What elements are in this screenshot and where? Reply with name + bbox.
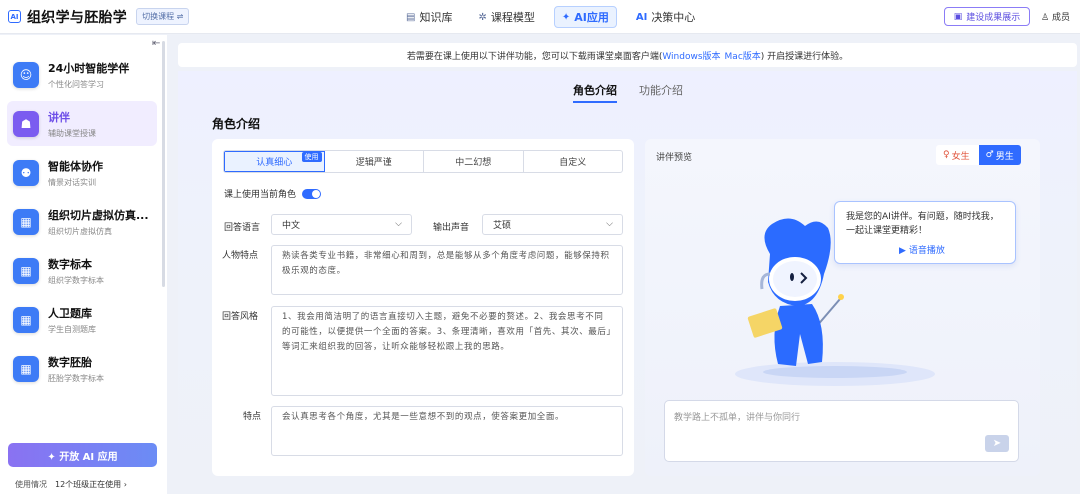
- showcase-button[interactable]: ▣ 建设成果展示: [944, 7, 1030, 26]
- embryo-icon: ▦: [13, 355, 39, 382]
- preview-label: 讲伴预览: [656, 153, 693, 163]
- question-bank-icon: ▦: [13, 306, 39, 333]
- switch-course-button[interactable]: 切换课程 ⇌: [136, 8, 190, 25]
- role-tab-custom[interactable]: 自定义: [524, 151, 623, 172]
- showcase-icon: ▣: [953, 11, 963, 22]
- agent-icon: ⚉: [13, 159, 39, 186]
- model-icon: ✲: [478, 11, 487, 23]
- send-button[interactable]: ➤: [985, 435, 1009, 452]
- section-title: 角色介绍: [212, 117, 261, 131]
- logo[interactable]: AI 组织学与胚胎学 切换课程 ⇌: [8, 7, 190, 27]
- main-nav: ▤ 知识库 ✲ 课程模型 ✦ AI应用 AI 决策中心: [399, 6, 714, 28]
- sidebar-item-study-buddy[interactable]: ☺ 24小时智能学伴 个性化问答学习: [7, 52, 157, 97]
- collapse-sidebar-icon[interactable]: ⇤: [152, 38, 160, 49]
- play-voice-button[interactable]: ▶ 语音播放: [899, 243, 945, 256]
- nav-knowledge-base[interactable]: ▤ 知识库: [399, 6, 459, 28]
- sidebar-item-question-bank[interactable]: ▦ 人卫题库 学生自测题库: [7, 297, 157, 342]
- role-selector: 认真细心 使用 逻辑严谨 中二幻想 自定义: [223, 150, 623, 173]
- language-select[interactable]: 中文 ⌵: [271, 214, 412, 235]
- content-tabs: 角色介绍 功能介绍: [573, 82, 705, 103]
- members-button[interactable]: ♙ 成员: [1041, 10, 1070, 23]
- trait-textarea[interactable]: 熟读各类专业书籍，非常细心和周到，总是能够从多个角度考虑问题，能够保持积极乐观的…: [271, 245, 623, 295]
- users-icon: ♙: [1041, 13, 1052, 23]
- gender-selector: ♀ 女生 ♂ 男生: [936, 145, 1021, 165]
- sidebar-scrollbar[interactable]: [162, 41, 165, 287]
- chevron-down-icon: ⌵: [606, 219, 613, 229]
- nav-course-model[interactable]: ✲ 课程模型: [471, 6, 541, 28]
- nav-ai-apps[interactable]: ✦ AI应用: [553, 6, 617, 28]
- female-icon: ♀: [943, 150, 950, 160]
- open-ai-app-button[interactable]: ✦ 开放 AI 应用: [8, 443, 157, 467]
- book-icon: ▤: [406, 11, 416, 23]
- voice-label: 输出声音: [433, 223, 470, 233]
- send-icon: ➤: [992, 438, 1002, 449]
- role-tab-fantasy[interactable]: 中二幻想: [424, 151, 524, 172]
- course-title: 组织学与胚胎学: [27, 9, 128, 26]
- male-option[interactable]: ♂ 男生: [978, 145, 1021, 165]
- windows-download-link[interactable]: Windows版本: [662, 49, 720, 62]
- chevron-down-icon: ⌵: [395, 219, 402, 229]
- role-tab-logical[interactable]: 逻辑严谨: [325, 151, 424, 172]
- sidebar-item-virtual-slides[interactable]: ▦ 组织切片虚拟仿真... 组织切片虚拟仿真: [7, 199, 157, 244]
- ai-icon: AI: [635, 11, 648, 23]
- sidebar-item-lecture-companion[interactable]: ☗ 讲伴 辅助课堂授课: [7, 101, 157, 146]
- sidebar: ⇤ ☺ 24小时智能学伴 个性化问答学习 ☗ 讲伴 辅助课堂授课 ⚉ 智能体协作 情景…: [0, 35, 167, 494]
- specimen-icon: ▦: [13, 257, 39, 284]
- role-tab-careful[interactable]: 认真细心 使用: [224, 151, 325, 172]
- slide-icon: ▦: [13, 208, 39, 235]
- sidebar-item-digital-specimens[interactable]: ▦ 数字标本 组织学数字标本: [7, 248, 157, 293]
- tab-feature-intro[interactable]: 功能介绍: [639, 82, 683, 103]
- usage-status[interactable]: 使用情况 12个班级正在使用 ›: [15, 479, 127, 490]
- style-textarea[interactable]: 1、我会用简洁明了的语言直接切入主题，避免不必要的赘述。2、我会思考不同的可能性…: [271, 306, 623, 396]
- robot-icon: ☺: [13, 61, 39, 88]
- sidebar-item-digital-embryo[interactable]: ▦ 数字胚胎 胚胎学数字标本: [7, 346, 157, 391]
- sidebar-item-agent-collab[interactable]: ⚉ 智能体协作 情景对话实训: [7, 150, 157, 195]
- in-use-badge: 使用: [301, 152, 322, 162]
- download-notice: 若需要在课上使用以下讲伴功能，您可以下载雨课堂桌面客户端( Windows版本 …: [178, 43, 1077, 67]
- feature-textarea[interactable]: 会认真思考各个角度，尤其是一些意想不到的观点，使答案更加全面。: [271, 406, 623, 456]
- female-option[interactable]: ♀ 女生: [936, 145, 979, 165]
- style-label: 回答风格: [222, 312, 259, 322]
- tab-role-intro[interactable]: 角色介绍: [573, 82, 617, 103]
- use-role-toggle[interactable]: [302, 188, 322, 199]
- feature-label: 特点: [243, 412, 262, 422]
- nav-decision-center[interactable]: AI 决策中心: [629, 6, 702, 28]
- voice-select[interactable]: 艾硕 ⌵: [482, 214, 623, 235]
- chat-input-placeholder: 教学路上不孤单，讲伴与你同行: [674, 413, 801, 423]
- ai-logo-icon: AI: [8, 10, 21, 23]
- mac-download-link[interactable]: Mac版本: [725, 49, 761, 62]
- use-role-row: 课上使用当前角色: [224, 187, 322, 200]
- top-bar: AI 组织学与胚胎学 切换课程 ⇌ ▤ 知识库 ✲ 课程模型 ✦ AI应用 AI 决策中…: [0, 0, 1080, 34]
- play-icon: ▶: [899, 246, 906, 256]
- lecture-icon: ☗: [13, 110, 39, 137]
- male-icon: ♂: [985, 150, 994, 160]
- language-label: 回答语言: [224, 223, 261, 233]
- trait-label: 人物特点: [222, 251, 259, 261]
- sparkle-icon: ✦: [561, 11, 571, 23]
